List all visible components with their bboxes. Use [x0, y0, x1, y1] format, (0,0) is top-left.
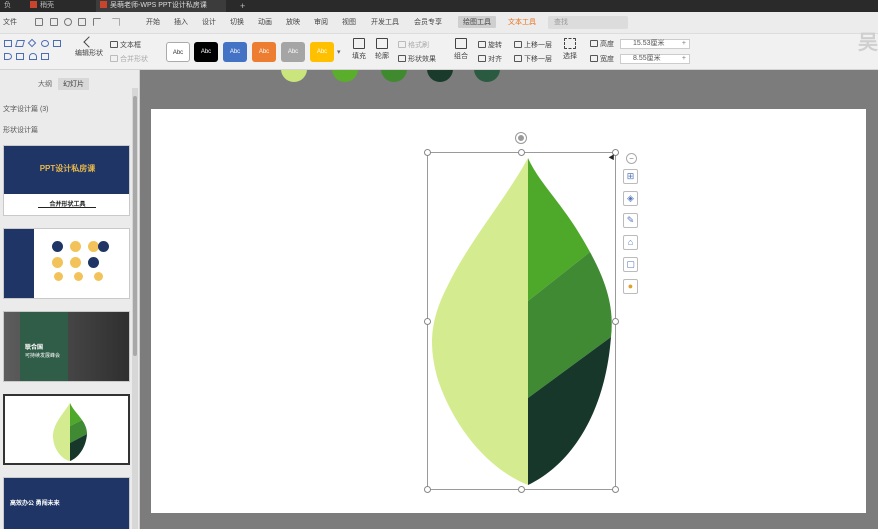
resize-handle[interactable] — [518, 149, 525, 156]
frame-icon[interactable]: ▢ — [623, 257, 638, 272]
resize-handle[interactable] — [518, 486, 525, 493]
eraser-icon[interactable]: ⌂ — [623, 235, 638, 250]
selection-frame — [427, 152, 616, 490]
bulb-icon[interactable]: ● — [623, 279, 638, 294]
collapse-toolbar-icon[interactable]: − — [626, 153, 637, 164]
layers-icon[interactable]: ◈ — [623, 191, 638, 206]
resize-handle[interactable] — [612, 486, 619, 493]
resize-handle[interactable] — [424, 149, 431, 156]
pen-icon[interactable]: ✎ — [623, 213, 638, 228]
rotate-handle-icon[interactable] — [516, 133, 526, 143]
resize-handle[interactable] — [612, 318, 619, 325]
resize-handle[interactable] — [424, 318, 431, 325]
layout-icon[interactable]: ⊞ — [623, 169, 638, 184]
resize-handle[interactable] — [424, 486, 431, 493]
